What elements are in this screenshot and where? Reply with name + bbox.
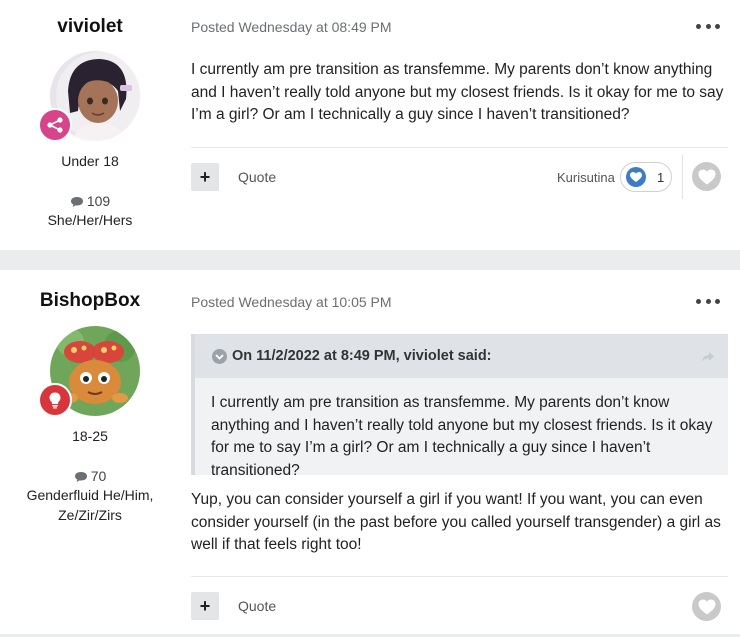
multiquote-button[interactable]: + xyxy=(191,163,219,191)
quote-body: I currently am pre transition as transfe… xyxy=(211,394,713,479)
heart-reaction-icon xyxy=(626,167,646,187)
post-timestamp[interactable]: Posted Wednesday at 10:05 PM xyxy=(191,294,392,310)
post-viviolet: viviolet Under 18 109 She/Her/Hers Poste… xyxy=(0,0,740,250)
member-group: Under 18 xyxy=(61,153,119,169)
quote-button[interactable]: Quote xyxy=(238,598,276,614)
post-count-value: 70 xyxy=(90,468,107,484)
divider xyxy=(191,576,728,577)
post-timestamp[interactable]: Posted Wednesday at 08:49 PM xyxy=(191,19,392,35)
reaction-user[interactable]: Kurisutina xyxy=(557,170,615,185)
rank-badge xyxy=(38,383,72,417)
pronouns: Genderfluid He/Him, Ze/Zir/Zirs xyxy=(26,487,154,523)
divider xyxy=(191,147,728,148)
reaction-count: 1 xyxy=(657,169,665,185)
comment-icon xyxy=(70,197,83,208)
lightbulb-icon xyxy=(49,392,61,409)
comment-icon xyxy=(74,472,87,483)
post-body: I currently am pre transition as transfe… xyxy=(191,61,724,123)
reaction-count-pill[interactable]: 1 xyxy=(620,162,672,192)
quote-button[interactable]: Quote xyxy=(238,169,276,185)
post-count-value: 109 xyxy=(86,193,111,209)
post-count: 109 xyxy=(0,193,180,209)
username[interactable]: BishopBox xyxy=(0,290,180,312)
more-options-icon[interactable] xyxy=(696,294,720,308)
go-to-quoted-post-icon[interactable] xyxy=(701,350,715,368)
divider xyxy=(682,155,683,199)
post-count: 70 xyxy=(0,468,180,484)
post-body: Yup, you can consider yourself a girl if… xyxy=(191,491,721,553)
quote-header[interactable]: On 11/2/2022 at 8:49 PM, viviolet said: xyxy=(195,334,728,378)
pronouns: She/Her/Hers xyxy=(47,212,133,228)
react-button[interactable] xyxy=(692,162,721,191)
chevron-down-icon[interactable] xyxy=(212,349,227,364)
share-nodes-icon xyxy=(47,117,63,133)
quoted-post: On 11/2/2022 at 8:49 PM, viviolet said: … xyxy=(191,334,728,479)
more-options-icon[interactable] xyxy=(696,19,720,33)
member-group: 18-25 xyxy=(72,428,108,444)
post-bishopbox: BishopBox 18-25 70 Genderfluid He/Him, Z… xyxy=(0,270,740,634)
react-button[interactable] xyxy=(692,592,721,621)
rank-badge xyxy=(38,108,72,142)
heart-icon xyxy=(698,599,715,614)
multiquote-button[interactable]: + xyxy=(191,592,219,620)
quote-attribution: On 11/2/2022 at 8:49 PM, viviolet said: xyxy=(232,348,492,364)
heart-icon xyxy=(698,169,715,184)
username[interactable]: viviolet xyxy=(0,16,180,38)
